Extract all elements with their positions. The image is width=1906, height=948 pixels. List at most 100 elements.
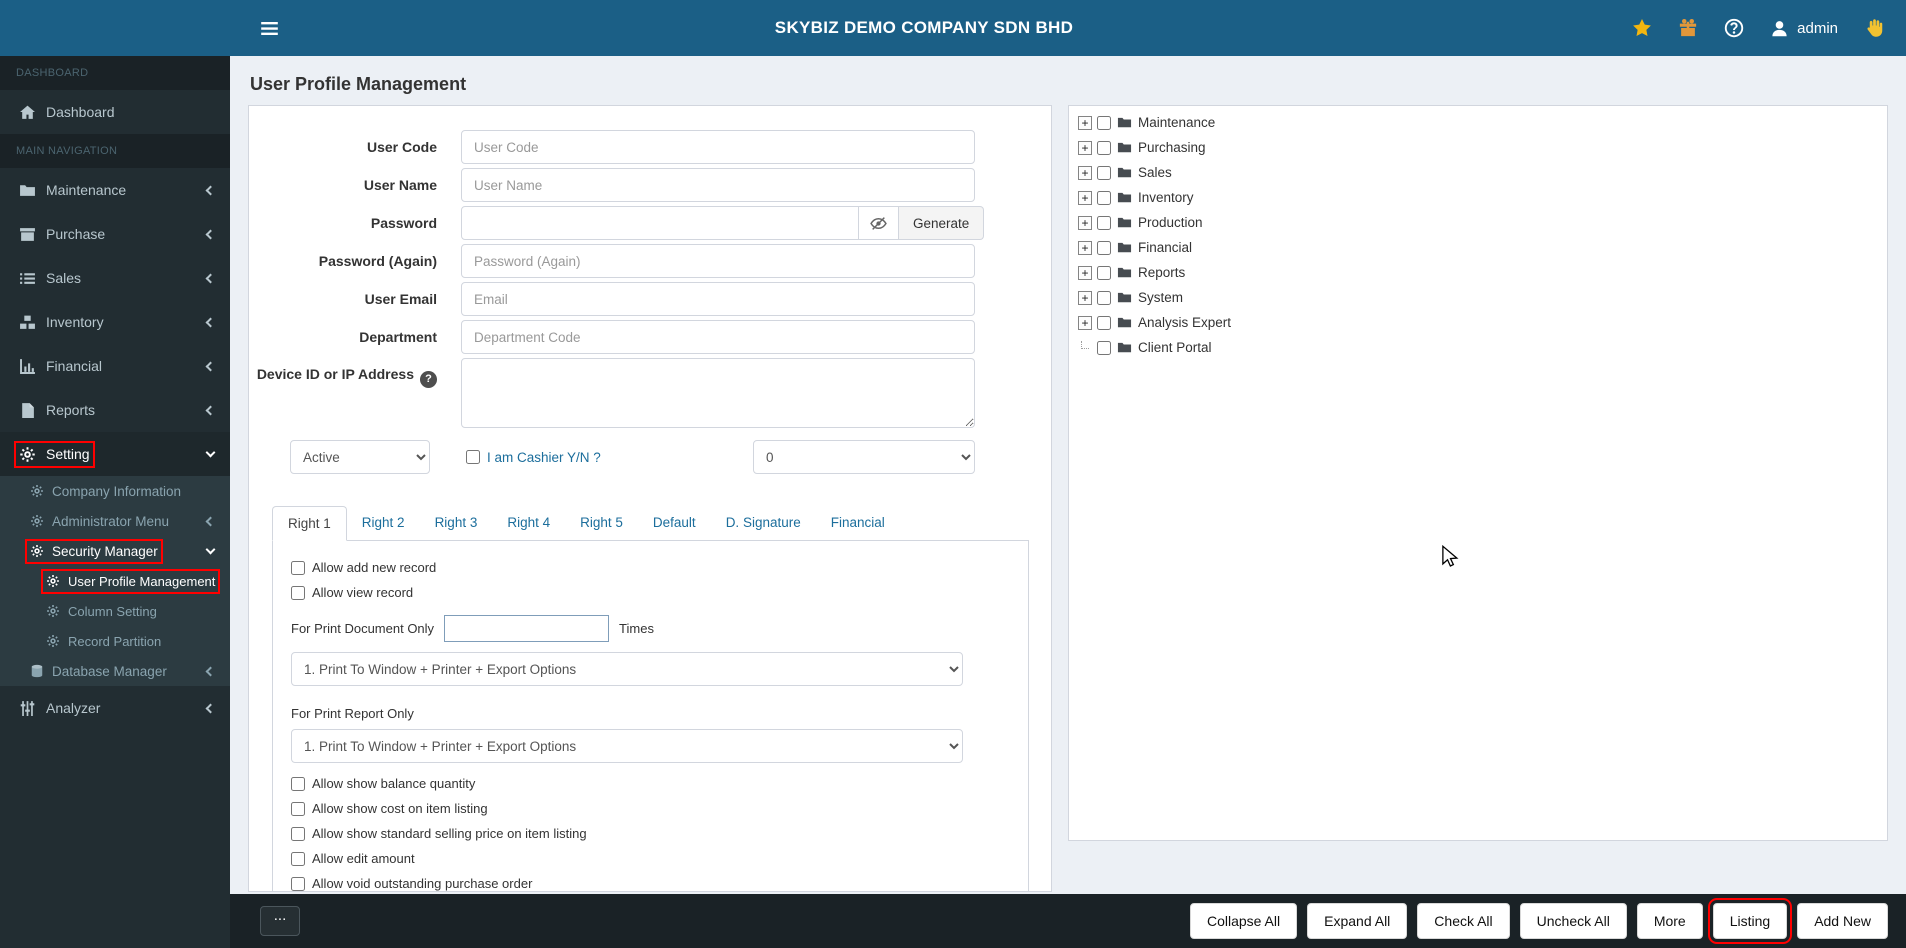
star-icon[interactable] xyxy=(1632,18,1652,38)
allow-add-new-record-checkbox[interactable] xyxy=(291,560,305,575)
tree-checkbox-purchasing[interactable] xyxy=(1097,140,1111,155)
sidebar-item-inventory[interactable]: Inventory xyxy=(0,300,230,344)
expand-plus-icon[interactable]: + xyxy=(1078,140,1092,155)
tree-checkbox-client-portal[interactable] xyxy=(1097,340,1111,355)
user-menu[interactable]: admin xyxy=(1770,19,1838,38)
expand-plus-icon[interactable]: + xyxy=(1078,165,1092,180)
allow-show-cost-checkbox[interactable] xyxy=(291,801,305,816)
sidebar-item-column-setting[interactable]: Column Setting xyxy=(0,596,230,626)
chevron-left-icon xyxy=(205,405,216,415)
chevron-left-icon xyxy=(205,516,216,526)
password-input[interactable] xyxy=(461,206,859,240)
allow-show-standard-selling-price-checkbox-label[interactable]: Allow show standard selling price on ite… xyxy=(291,821,1028,846)
folder-icon xyxy=(1116,240,1133,255)
expand-plus-icon[interactable]: + xyxy=(1078,215,1092,230)
tab-financial[interactable]: Financial xyxy=(816,506,900,540)
folder-icon xyxy=(1116,265,1133,280)
sidebar-item-reports[interactable]: Reports xyxy=(0,388,230,432)
counter-select[interactable]: 0 xyxy=(753,440,975,474)
more-options-button[interactable]: ... xyxy=(260,906,300,936)
listing-button[interactable]: Listing xyxy=(1707,898,1793,944)
tree-checkbox-inventory[interactable] xyxy=(1097,190,1111,205)
chevron-down-icon xyxy=(205,544,216,555)
tab-right-2[interactable]: Right 2 xyxy=(347,506,420,540)
allow-show-balance-quantity-checkbox[interactable] xyxy=(291,776,305,791)
folder-icon xyxy=(1116,165,1133,180)
tree-checkbox-maintenance[interactable] xyxy=(1097,115,1111,130)
tree-checkbox-production[interactable] xyxy=(1097,215,1111,230)
help-icon[interactable] xyxy=(1724,18,1744,38)
sidebar-item-maintenance[interactable]: Maintenance xyxy=(0,168,230,212)
tab-d-signature[interactable]: D. Signature xyxy=(711,506,816,540)
tree-checkbox-analysis-expert[interactable] xyxy=(1097,315,1111,330)
tab-right-1[interactable]: Right 1 xyxy=(272,506,347,541)
sidebar-item-company-information[interactable]: Company Information xyxy=(0,476,230,506)
print-document-option-select[interactable]: 1. Print To Window + Printer + Export Op… xyxy=(291,652,963,686)
tree-checkbox-sales[interactable] xyxy=(1097,165,1111,180)
sidebar-item-user-profile-management[interactable]: User Profile Management xyxy=(0,566,230,596)
department-input[interactable] xyxy=(461,320,975,354)
add-new-button[interactable]: Add New xyxy=(1797,903,1888,939)
tab-default[interactable]: Default xyxy=(638,506,711,540)
tab-right-4[interactable]: Right 4 xyxy=(492,506,565,540)
check-all-button[interactable]: Check All xyxy=(1417,903,1510,939)
allow-view-record-checkbox-label[interactable]: Allow view record xyxy=(291,580,1028,605)
show-password-button[interactable] xyxy=(859,206,899,240)
uncheck-all-button[interactable]: Uncheck All xyxy=(1519,903,1627,939)
tab-right-3[interactable]: Right 3 xyxy=(420,506,493,540)
sidebar-item-dashboard[interactable]: Dashboard xyxy=(0,90,230,134)
help-badge-icon[interactable]: ? xyxy=(420,370,437,388)
allow-show-cost-checkbox-label[interactable]: Allow show cost on item listing xyxy=(291,796,1028,821)
more-button[interactable]: More xyxy=(1636,903,1703,939)
allow-show-balance-quantity-checkbox-label[interactable]: Allow show balance quantity xyxy=(291,771,1028,796)
allow-edit-amount-checkbox-label[interactable]: Allow edit amount xyxy=(291,846,1028,871)
user-email-input[interactable] xyxy=(461,282,975,316)
print-report-option-select[interactable]: 1. Print To Window + Printer + Export Op… xyxy=(291,729,963,763)
tab-panel-right-1: Allow add new record Allow view record F… xyxy=(272,540,1029,891)
expand-plus-icon[interactable]: + xyxy=(1078,190,1092,205)
sidebar-item-analyzer[interactable]: Analyzer xyxy=(0,686,230,730)
sidebar-item-financial[interactable]: Financial xyxy=(0,344,230,388)
sidebar-item-purchase[interactable]: Purchase xyxy=(0,212,230,256)
allow-show-standard-selling-price-checkbox[interactable] xyxy=(291,826,305,841)
tab-right-5[interactable]: Right 5 xyxy=(565,506,638,540)
cashier-checkbox[interactable] xyxy=(466,450,480,464)
allow-view-record-checkbox[interactable] xyxy=(291,585,305,600)
collapse-all-button[interactable]: Collapse All xyxy=(1189,903,1298,939)
sidebar-item-sales[interactable]: Sales xyxy=(0,256,230,300)
sidebar-toggle-button[interactable] xyxy=(248,0,290,56)
gear-icon xyxy=(46,604,60,618)
allow-void-outstanding-po-checkbox-label[interactable]: Allow void outstanding purchase order xyxy=(291,871,1028,891)
tree-checkbox-system[interactable] xyxy=(1097,290,1111,305)
device-id-textarea[interactable] xyxy=(461,358,975,428)
expand-plus-icon[interactable]: + xyxy=(1078,315,1092,330)
user-code-input[interactable] xyxy=(461,130,975,164)
expand-plus-icon[interactable]: + xyxy=(1078,265,1092,280)
gift-icon[interactable] xyxy=(1678,18,1698,38)
generate-button[interactable]: Generate xyxy=(899,206,985,240)
tree-checkbox-financial[interactable] xyxy=(1097,240,1111,255)
gear-icon xyxy=(30,484,44,498)
expand-plus-icon[interactable]: + xyxy=(1078,240,1092,255)
user-name-input[interactable] xyxy=(461,168,975,202)
cashier-checkbox-label[interactable]: I am Cashier Y/N ? xyxy=(466,450,601,465)
sidebar-item-record-partition[interactable]: Record Partition xyxy=(0,626,230,656)
chevron-left-icon xyxy=(205,185,216,195)
list-icon xyxy=(19,270,36,287)
print-times-input[interactable] xyxy=(444,615,610,642)
expand-plus-icon[interactable]: + xyxy=(1078,115,1092,130)
allow-edit-amount-checkbox[interactable] xyxy=(291,851,305,866)
tree-checkbox-reports[interactable] xyxy=(1097,265,1111,280)
status-select[interactable]: Active xyxy=(290,440,430,474)
password-again-input[interactable] xyxy=(461,244,975,278)
allow-add-new-record-checkbox-label[interactable]: Allow add new record xyxy=(291,555,1028,580)
sidebar-item-setting[interactable]: Setting xyxy=(0,432,230,476)
expand-all-button[interactable]: Expand All xyxy=(1307,903,1408,939)
allow-void-outstanding-po-checkbox[interactable] xyxy=(291,876,305,891)
sidebar-item-database-manager[interactable]: Database Manager xyxy=(0,656,230,686)
sidebar-item-security-manager[interactable]: Security Manager xyxy=(0,536,230,566)
expand-plus-icon[interactable]: + xyxy=(1078,290,1092,305)
hand-icon[interactable] xyxy=(1864,18,1884,38)
sidebar-item-administrator-menu[interactable]: Administrator Menu xyxy=(0,506,230,536)
sliders-icon xyxy=(19,700,36,717)
